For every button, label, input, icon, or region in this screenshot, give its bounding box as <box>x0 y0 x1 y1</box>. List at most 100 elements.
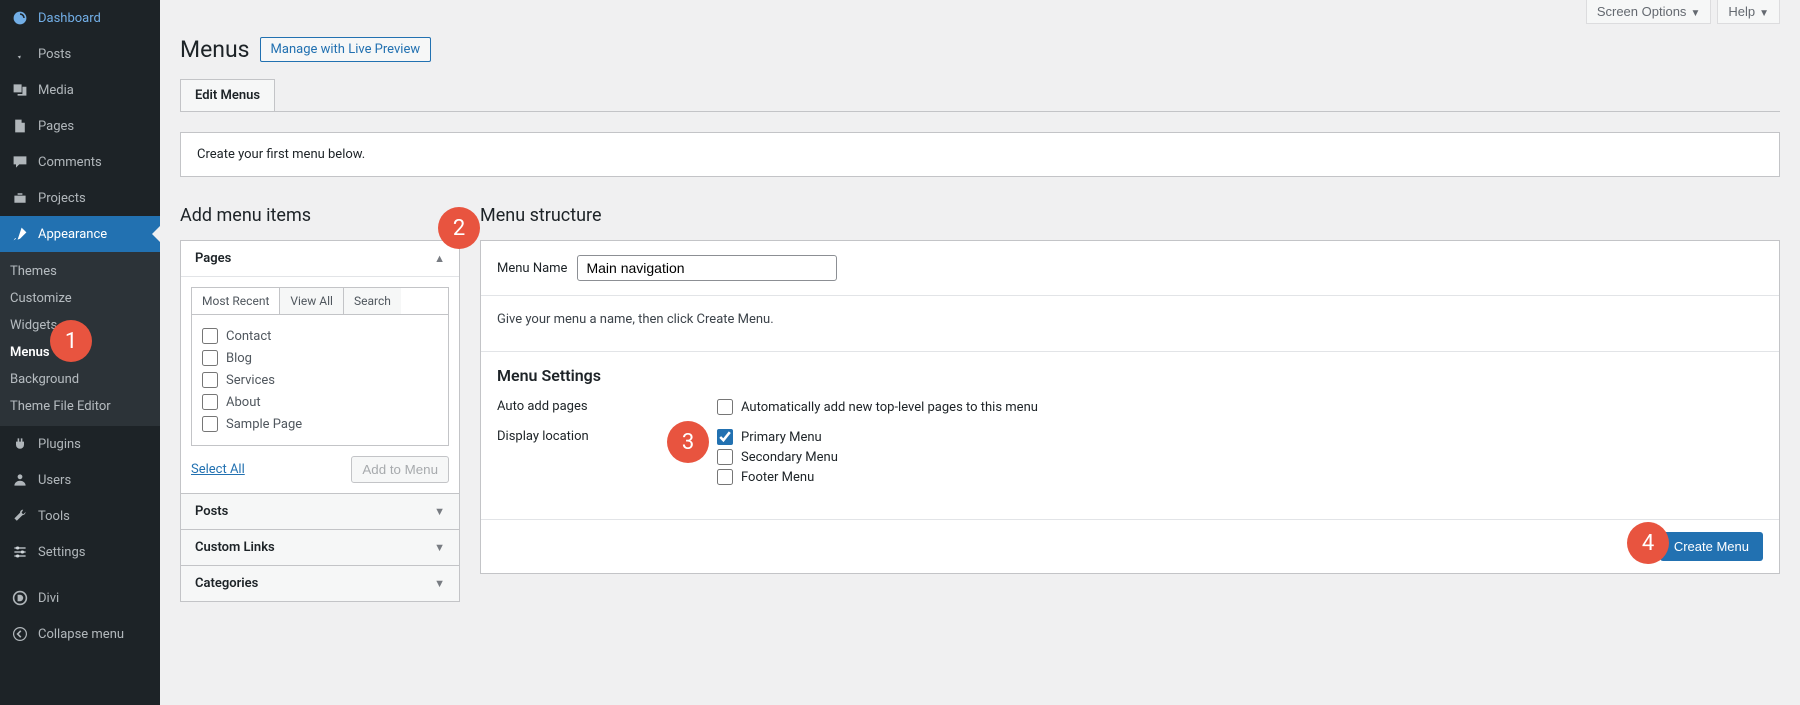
label: Comments <box>38 155 102 170</box>
help-button[interactable]: Help▼ <box>1717 0 1780 24</box>
settings-title: Menu Settings <box>497 366 1763 385</box>
tab-most-recent[interactable]: Most Recent <box>192 288 280 314</box>
menu-name-input[interactable] <box>577 255 837 281</box>
briefcase-icon <box>10 188 30 208</box>
accordion-custom-links: Custom Links ▼ <box>180 529 460 566</box>
sidebar-collapse[interactable]: Collapse menu <box>0 616 160 652</box>
sidebar-item-media[interactable]: Media <box>0 72 160 108</box>
label: Projects <box>38 191 86 206</box>
auto-add-checkbox[interactable] <box>717 399 733 415</box>
sidebar-item-users[interactable]: Users <box>0 462 160 498</box>
location-secondary[interactable]: Secondary Menu <box>717 449 1763 465</box>
sidebar-item-posts[interactable]: Posts <box>0 36 160 72</box>
acc-label: Posts <box>195 504 228 519</box>
label: Collapse menu <box>38 627 124 642</box>
tab-bar: Edit Menus <box>180 79 1780 112</box>
page-row[interactable]: Services <box>202 369 438 391</box>
label: Appearance <box>38 227 107 242</box>
accordion-posts: Posts ▼ <box>180 493 460 530</box>
tab-edit-menus[interactable]: Edit Menus <box>180 79 275 112</box>
sidebar-item-projects[interactable]: Projects <box>0 180 160 216</box>
menu-settings-section: Menu Settings Auto add pages Automatical… <box>481 352 1779 519</box>
divi-icon <box>10 588 30 608</box>
accordion-categories: Categories ▼ <box>180 565 460 602</box>
page-label: About <box>226 395 261 410</box>
label: Divi <box>38 591 59 606</box>
sliders-icon <box>10 542 30 562</box>
tab-search[interactable]: Search <box>344 288 401 314</box>
label: Dashboard <box>38 11 101 26</box>
sidebar-item-tools[interactable]: Tools <box>0 498 160 534</box>
pages-list: Contact Blog Services About Sample Page <box>191 315 449 446</box>
accordion-posts-toggle[interactable]: Posts ▼ <box>181 494 459 529</box>
brush-icon <box>10 224 30 244</box>
annotation-badge-2: 2 <box>438 207 480 249</box>
tab-view-all[interactable]: View All <box>280 288 344 314</box>
submenu-background[interactable]: Background <box>0 366 160 393</box>
screen-options-button[interactable]: Screen Options▼ <box>1586 0 1712 24</box>
primary-menu-checkbox[interactable] <box>717 429 733 445</box>
footer-menu-checkbox[interactable] <box>717 469 733 485</box>
page-checkbox[interactable] <box>202 372 218 388</box>
select-all-link[interactable]: Select All <box>191 462 245 477</box>
create-menu-button[interactable]: Create Menu <box>1660 532 1763 561</box>
submenu-themes[interactable]: Themes <box>0 258 160 285</box>
label: Plugins <box>38 437 81 452</box>
media-icon <box>10 80 30 100</box>
page-checkbox[interactable] <box>202 328 218 344</box>
pin-icon <box>10 44 30 64</box>
sidebar-item-pages[interactable]: Pages <box>0 108 160 144</box>
secondary-menu-checkbox[interactable] <box>717 449 733 465</box>
sidebar-item-divi[interactable]: Divi <box>0 580 160 616</box>
location-footer[interactable]: Footer Menu <box>717 469 1763 485</box>
page-label: Services <box>226 373 275 388</box>
sidebar-item-settings[interactable]: Settings <box>0 534 160 570</box>
annotation-badge-3: 3 <box>667 421 709 463</box>
sidebar-item-comments[interactable]: Comments <box>0 144 160 180</box>
manage-live-preview-button[interactable]: Manage with Live Preview <box>260 37 432 62</box>
page-heading: Menus Manage with Live Preview <box>180 36 1780 63</box>
option-label: Secondary Menu <box>741 450 838 465</box>
auto-add-pages-option[interactable]: Automatically add new top-level pages to… <box>717 399 1763 415</box>
label: Media <box>38 83 74 98</box>
structure-title: Menu structure <box>480 205 1780 226</box>
page-checkbox[interactable] <box>202 416 218 432</box>
main-content: Screen Options▼ Help▼ Menus Manage with … <box>160 0 1800 621</box>
submenu-customize[interactable]: Customize <box>0 285 160 312</box>
speedometer-icon <box>10 8 30 28</box>
add-to-menu-button[interactable]: Add to Menu <box>351 456 449 483</box>
sidebar-item-dashboard[interactable]: Dashboard <box>0 0 160 36</box>
accordion-categories-toggle[interactable]: Categories ▼ <box>181 566 459 601</box>
menu-name-row: 2 Menu Name <box>481 241 1779 296</box>
accordion-custom-links-toggle[interactable]: Custom Links ▼ <box>181 530 459 565</box>
menu-structure-box: 2 Menu Name Give your menu a name, then … <box>480 240 1780 574</box>
page-label: Contact <box>226 329 271 344</box>
accordion-pages-toggle[interactable]: Pages ▲ <box>181 241 459 277</box>
page-title: Menus <box>180 36 250 63</box>
structure-footer: 4 Create Menu <box>481 519 1779 573</box>
plug-icon <box>10 434 30 454</box>
chevron-down-icon: ▼ <box>434 505 445 518</box>
page-checkbox[interactable] <box>202 350 218 366</box>
page-row[interactable]: Blog <box>202 347 438 369</box>
hint-text: Give your menu a name, then click Create… <box>481 296 1779 352</box>
page-label: Sample Page <box>226 417 302 432</box>
collapse-icon <box>10 624 30 644</box>
option-label: Footer Menu <box>741 470 814 485</box>
page-row[interactable]: About <box>202 391 438 413</box>
page-row[interactable]: Contact <box>202 325 438 347</box>
page-checkbox[interactable] <box>202 394 218 410</box>
annotation-badge-4: 4 <box>1627 522 1669 564</box>
label: Posts <box>38 47 71 62</box>
add-items-title: Add menu items <box>180 205 460 226</box>
submenu-theme-editor[interactable]: Theme File Editor <box>0 393 160 420</box>
chevron-down-icon: ▼ <box>1759 8 1769 19</box>
sidebar-item-appearance[interactable]: Appearance <box>0 216 160 252</box>
page-row[interactable]: Sample Page <box>202 413 438 435</box>
annotation-badge-1: 1 <box>50 320 92 362</box>
sidebar-item-plugins[interactable]: Plugins <box>0 426 160 462</box>
location-primary[interactable]: Primary Menu <box>717 429 1763 445</box>
acc-label: Custom Links <box>195 540 275 555</box>
user-icon <box>10 470 30 490</box>
page-icon <box>10 116 30 136</box>
